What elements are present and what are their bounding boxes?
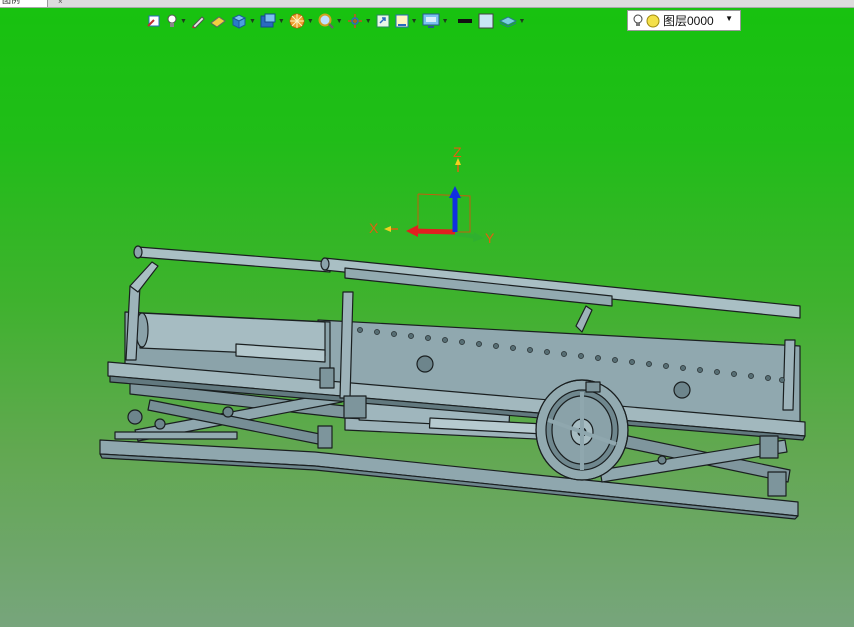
color-button[interactable] (477, 11, 495, 31)
zoom-button[interactable]: ▼ (317, 11, 343, 31)
x-small-arrowhead (384, 226, 391, 232)
handrail-bar (137, 246, 331, 273)
chevron-down-icon[interactable]: ▼ (365, 18, 372, 25)
bracket (759, 435, 779, 459)
layer-button[interactable]: ▼ (498, 11, 526, 31)
chevron-down-icon[interactable]: ▼ (411, 18, 418, 25)
layer-icon (498, 16, 517, 28)
handrail-end-cap (133, 245, 143, 259)
view-button[interactable]: ▼ (394, 11, 418, 31)
z-axis-label: Z (453, 144, 462, 160)
layer-select[interactable]: 图层0000 ▼ (627, 10, 741, 31)
z-axis-arrowhead (449, 186, 461, 198)
box-button[interactable]: ▼ (230, 11, 256, 31)
x-axis-arrowhead (406, 225, 418, 237)
light-button[interactable]: ▼ (165, 11, 187, 31)
handrail-bar (323, 257, 801, 319)
chevron-down-icon[interactable]: ▼ (180, 18, 187, 25)
plate-hole (222, 406, 234, 418)
handrail-post (339, 291, 354, 399)
pencil-button[interactable] (190, 11, 206, 31)
fit-button[interactable] (375, 11, 391, 31)
line-style-icon (457, 19, 472, 23)
chevron-down-icon[interactable]: ▼ (725, 14, 733, 23)
display-button[interactable]: ▼ (421, 11, 449, 31)
chevron-down-icon[interactable]: ▼ (442, 18, 449, 25)
plate-hole (154, 418, 166, 430)
y-axis-label: Y (485, 230, 495, 246)
eraser-button[interactable] (209, 11, 227, 31)
display-icon (422, 13, 440, 28)
pencil-icon (191, 16, 205, 29)
shade-icon (260, 13, 276, 28)
fit-icon (376, 14, 390, 28)
plate-hole (673, 381, 691, 399)
line-style-button[interactable] (456, 11, 474, 31)
chevron-down-icon[interactable]: ▼ (249, 18, 256, 25)
render-button[interactable]: ▼ (288, 11, 314, 31)
move-icon (347, 14, 362, 28)
move-button[interactable]: ▼ (346, 11, 372, 31)
bracket (767, 471, 787, 497)
3d-viewport[interactable]: Z X Y (0, 0, 854, 627)
chevron-down-icon[interactable]: ▼ (307, 18, 314, 25)
color-icon (478, 13, 493, 29)
triad-frame (417, 193, 471, 233)
model-assembly[interactable] (99, 245, 806, 520)
bracket (343, 395, 367, 419)
view-icon (395, 14, 409, 28)
layer-color-icon (646, 14, 660, 27)
axis-triad: Z X Y (369, 144, 495, 246)
plate-hole (127, 409, 143, 425)
bracket (319, 367, 335, 389)
handrail-post (782, 339, 796, 411)
plate-hole (416, 355, 434, 373)
chevron-down-icon[interactable]: ▼ (278, 18, 285, 25)
handrail-post (575, 305, 593, 333)
y-axis-arrowhead (473, 232, 484, 242)
handrail-brace (129, 261, 159, 293)
sketch-button[interactable] (146, 11, 162, 31)
handrail-end-cap (320, 257, 330, 271)
x-axis-arrow (411, 228, 456, 235)
bracket (317, 425, 333, 449)
view-toolbar: ▼ ▼ ▼ ▼ ▼ ▼ ▼ ▼ ▼ (146, 10, 528, 32)
shade-button[interactable]: ▼ (259, 11, 285, 31)
layer-name: 图层0000 (663, 14, 714, 28)
sketch-icon (147, 15, 160, 27)
chevron-down-icon[interactable]: ▼ (519, 18, 526, 25)
chevron-down-icon[interactable]: ▼ (336, 18, 343, 25)
foot-bar (114, 431, 238, 440)
x-axis-label: X (369, 220, 379, 236)
hand-wheel (535, 379, 629, 481)
plate-hole (657, 455, 667, 465)
zoom-icon (318, 13, 334, 29)
light-bulb-icon (633, 14, 643, 26)
eraser-icon (210, 16, 226, 28)
box-icon (231, 14, 247, 29)
light-bulb-icon (167, 14, 177, 27)
render-icon (289, 13, 305, 29)
